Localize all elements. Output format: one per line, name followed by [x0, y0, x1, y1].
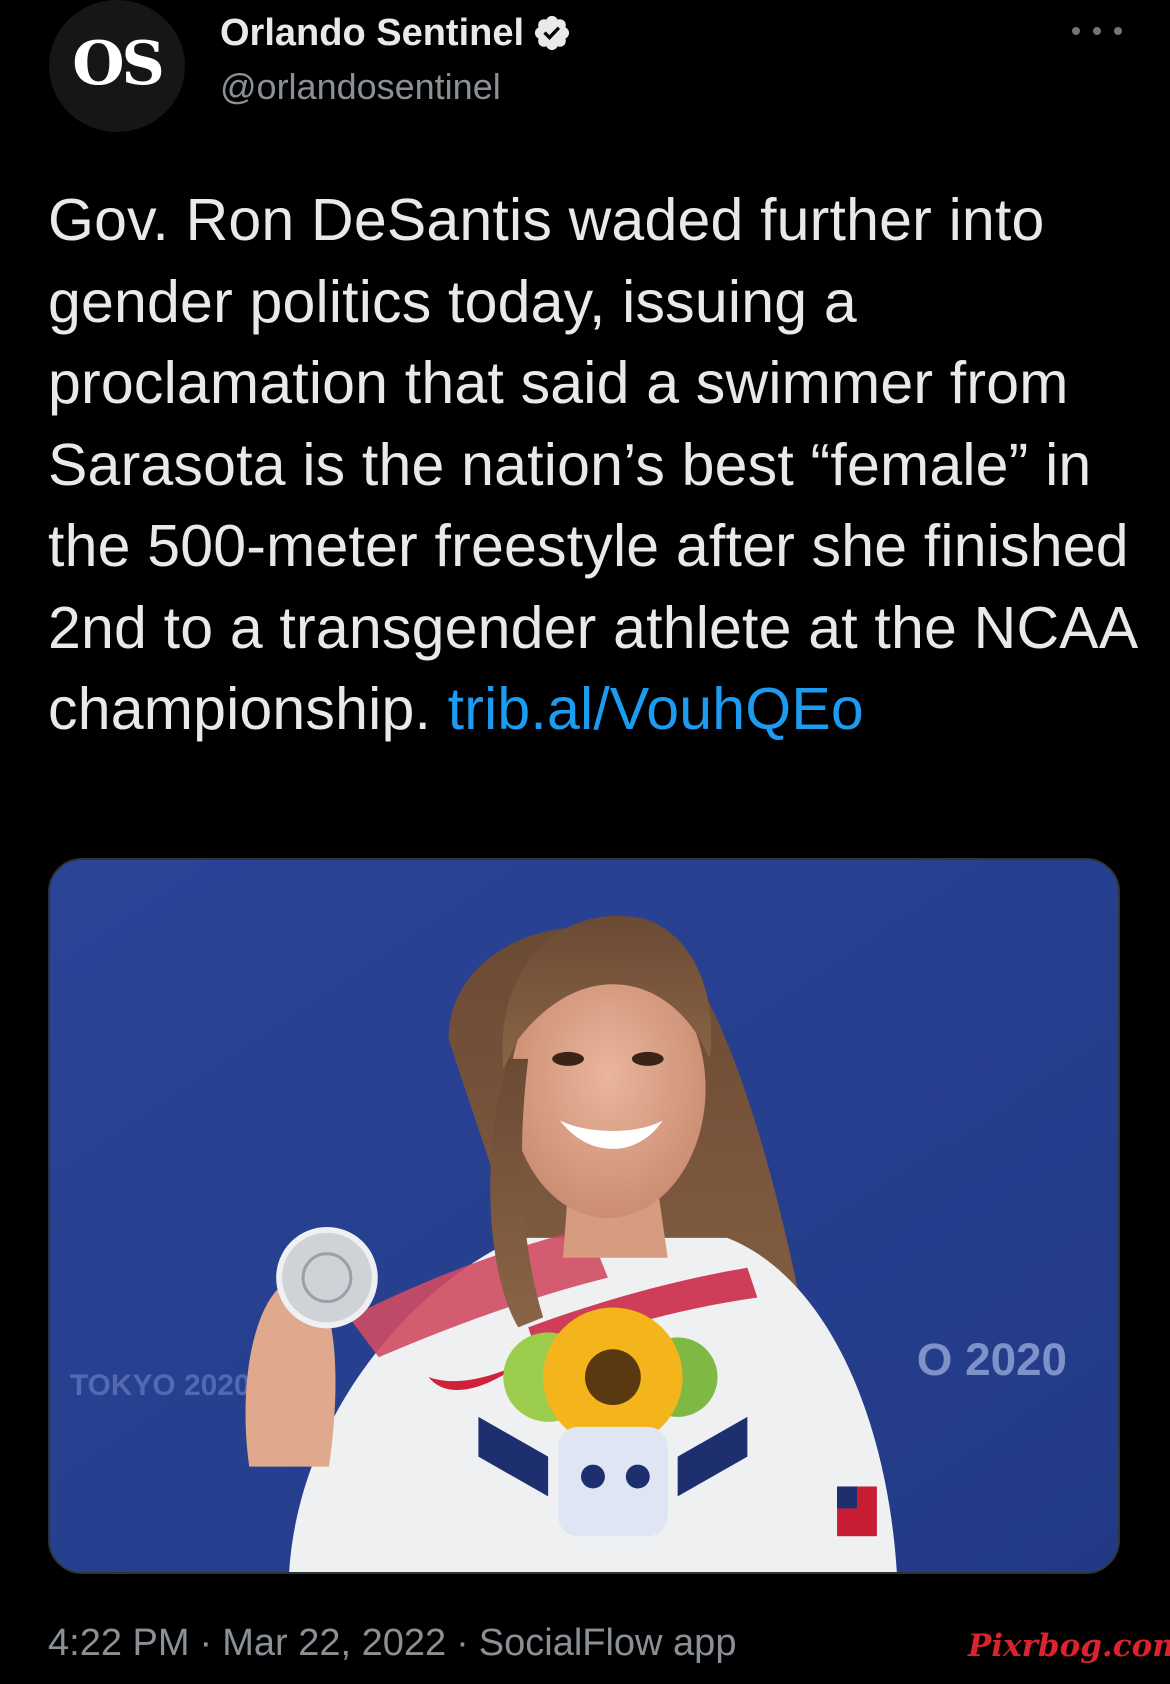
tweet-time[interactable]: 4:22 PM — [48, 1622, 190, 1665]
verified-badge-icon — [534, 15, 570, 51]
bg-text-left: TOKYO 2020 — [70, 1369, 251, 1402]
tweet-text: Gov. Ron DeSantis waded further into gen… — [48, 180, 1148, 751]
bg-text-right: O 2020 — [917, 1334, 1067, 1385]
watermark: Pixrbog.com — [968, 1628, 1170, 1664]
sunflower — [543, 1307, 683, 1447]
tweet-date[interactable]: Mar 22, 2022 — [222, 1622, 446, 1665]
author-name-row[interactable]: Orlando Sentinel — [220, 10, 572, 56]
avatar-logo-text: OS — [72, 29, 165, 99]
more-options-icon[interactable] — [1072, 16, 1122, 46]
meta-separator: · — [456, 1622, 469, 1664]
tweet-photo[interactable]: TOKYO 2020 O 2020 — [48, 858, 1120, 1574]
author-handle[interactable]: @orlandosentinel — [220, 66, 501, 108]
tweet-source[interactable]: SocialFlow app — [479, 1622, 737, 1665]
tweet-meta: 4:22 PM · Mar 22, 2022 · SocialFlow app — [48, 1622, 736, 1665]
tweet: OS Orlando Sentinel @orlandosentinel Gov… — [0, 0, 1170, 1684]
more-dot — [1072, 27, 1080, 35]
author-display-name[interactable]: Orlando Sentinel — [220, 12, 524, 55]
tweet-link[interactable]: trib.al/VouhQEo — [448, 676, 864, 742]
meta-separator: · — [199, 1622, 213, 1664]
tweet-body: Gov. Ron DeSantis waded further into gen… — [48, 187, 1136, 742]
more-dot — [1093, 27, 1101, 35]
more-dot — [1114, 27, 1122, 35]
author-avatar[interactable]: OS — [49, 0, 185, 132]
photo-illustration: TOKYO 2020 O 2020 — [50, 860, 1118, 1572]
